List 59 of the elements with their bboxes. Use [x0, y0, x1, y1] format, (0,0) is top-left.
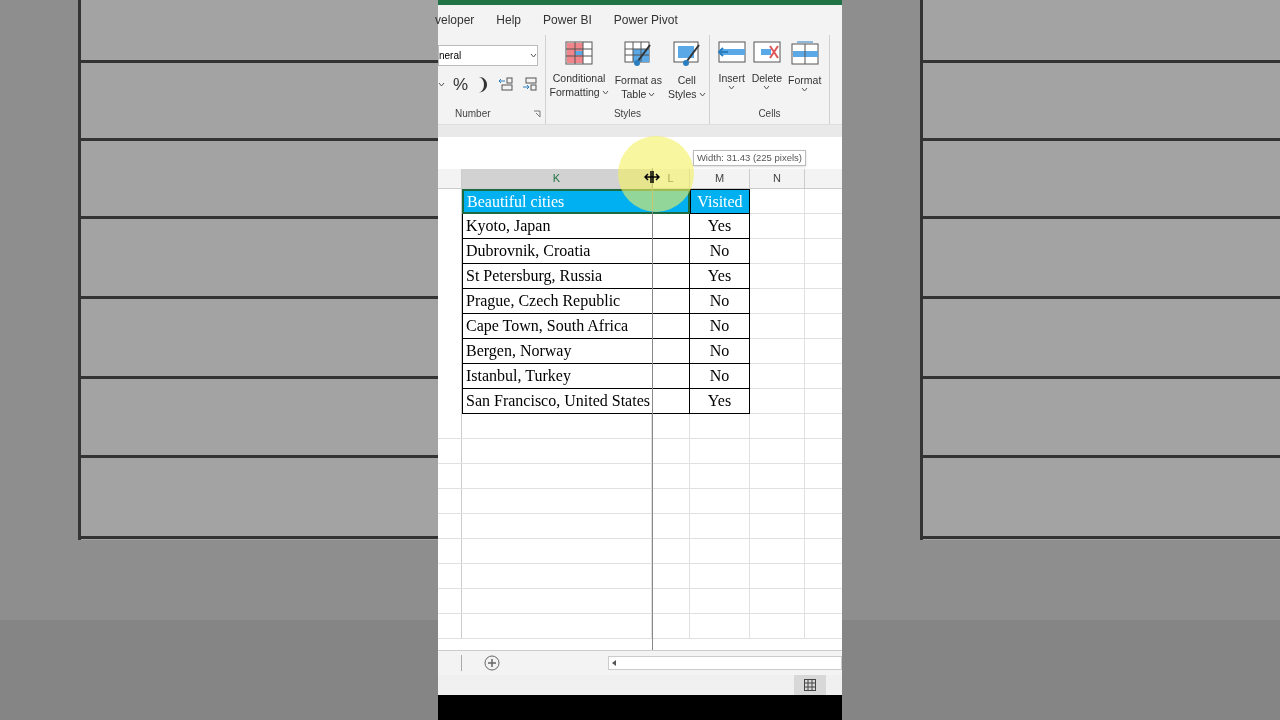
ribbon-button[interactable]: Format: [788, 41, 822, 92]
number-format-button[interactable]: %: [453, 75, 469, 93]
caret-icon: [763, 85, 771, 90]
table-cell: Yes: [690, 264, 750, 289]
column-header[interactable]: K: [462, 169, 652, 188]
increase-decimal-icon: [498, 77, 515, 91]
ribbon-button[interactable]: Delete: [751, 41, 783, 92]
table-cell: Yes: [690, 389, 750, 414]
table-cell: No: [690, 339, 750, 364]
group-label: Number: [455, 107, 491, 121]
ribbon-button[interactable]: Cell Styles: [667, 41, 706, 101]
horizontal-scrollbar[interactable]: [608, 656, 842, 670]
insert-cells-icon: [717, 41, 746, 63]
caret-icon: [601, 89, 609, 95]
caret-icon: [648, 91, 656, 97]
resize-cursor-icon: [644, 170, 660, 184]
ribbon-button[interactable]: Conditional Formatting: [549, 41, 609, 101]
table-cell: No: [690, 239, 750, 264]
group-label: Styles: [612, 107, 643, 121]
caret-icon: [438, 81, 445, 87]
table-cell: No: [690, 314, 750, 339]
dialog-launcher-icon: [533, 109, 541, 118]
ribbon-button[interactable]: Insert: [717, 41, 746, 92]
ribbon-tab[interactable]: Help: [496, 11, 522, 29]
decrease-decimal-icon: [522, 77, 539, 91]
table-cell: No: [690, 364, 750, 389]
caret-icon: [728, 85, 736, 90]
ribbon-tab[interactable]: Power Pivot: [613, 11, 678, 29]
table-cell: No: [690, 289, 750, 314]
table-cell: Istanbul, Turkey: [462, 364, 690, 389]
table-cell: Kyoto, Japan: [462, 214, 690, 239]
table-cell: Yes: [690, 214, 750, 239]
column-width-tooltip: Width: 31.43 (225 pixels): [692, 149, 806, 166]
caret-icon: [698, 91, 706, 97]
cell-brush-icon: [672, 41, 701, 67]
column-header[interactable]: N: [750, 169, 805, 188]
number-format-button[interactable]: ❩: [476, 75, 491, 93]
delete-cells-icon: [752, 41, 781, 63]
conditional-formatting-icon: [565, 41, 594, 65]
table-header-cell: Visited: [690, 189, 750, 214]
table-cell: Dubrovnik, Croatia: [462, 239, 690, 264]
table-cell: Prague, Czech Republic: [462, 289, 690, 314]
format-cells-icon: [790, 41, 819, 65]
ribbon-button[interactable]: Format as Table: [614, 41, 662, 101]
add-sheet-icon[interactable]: [484, 655, 500, 671]
number-format-dropdown[interactable]: neral: [438, 45, 538, 66]
normal-view-icon[interactable]: [804, 679, 816, 691]
caret-icon: [530, 53, 537, 58]
ribbon-tab[interactable]: veloper: [435, 11, 475, 29]
table-cell: St Petersburg, Russia: [462, 264, 690, 289]
table-header-cell: Beautiful cities: [462, 189, 690, 214]
column-header[interactable]: M: [690, 169, 750, 188]
ribbon-tab[interactable]: Power BI: [543, 11, 592, 29]
table-cell: Bergen, Norway: [462, 339, 690, 364]
caret-icon: [801, 87, 809, 92]
group-label: Cells: [757, 107, 782, 121]
table-brush-icon: [624, 41, 653, 67]
table-cell: San Francisco, United States: [462, 389, 690, 414]
table-cell: Cape Town, South Africa: [462, 314, 690, 339]
